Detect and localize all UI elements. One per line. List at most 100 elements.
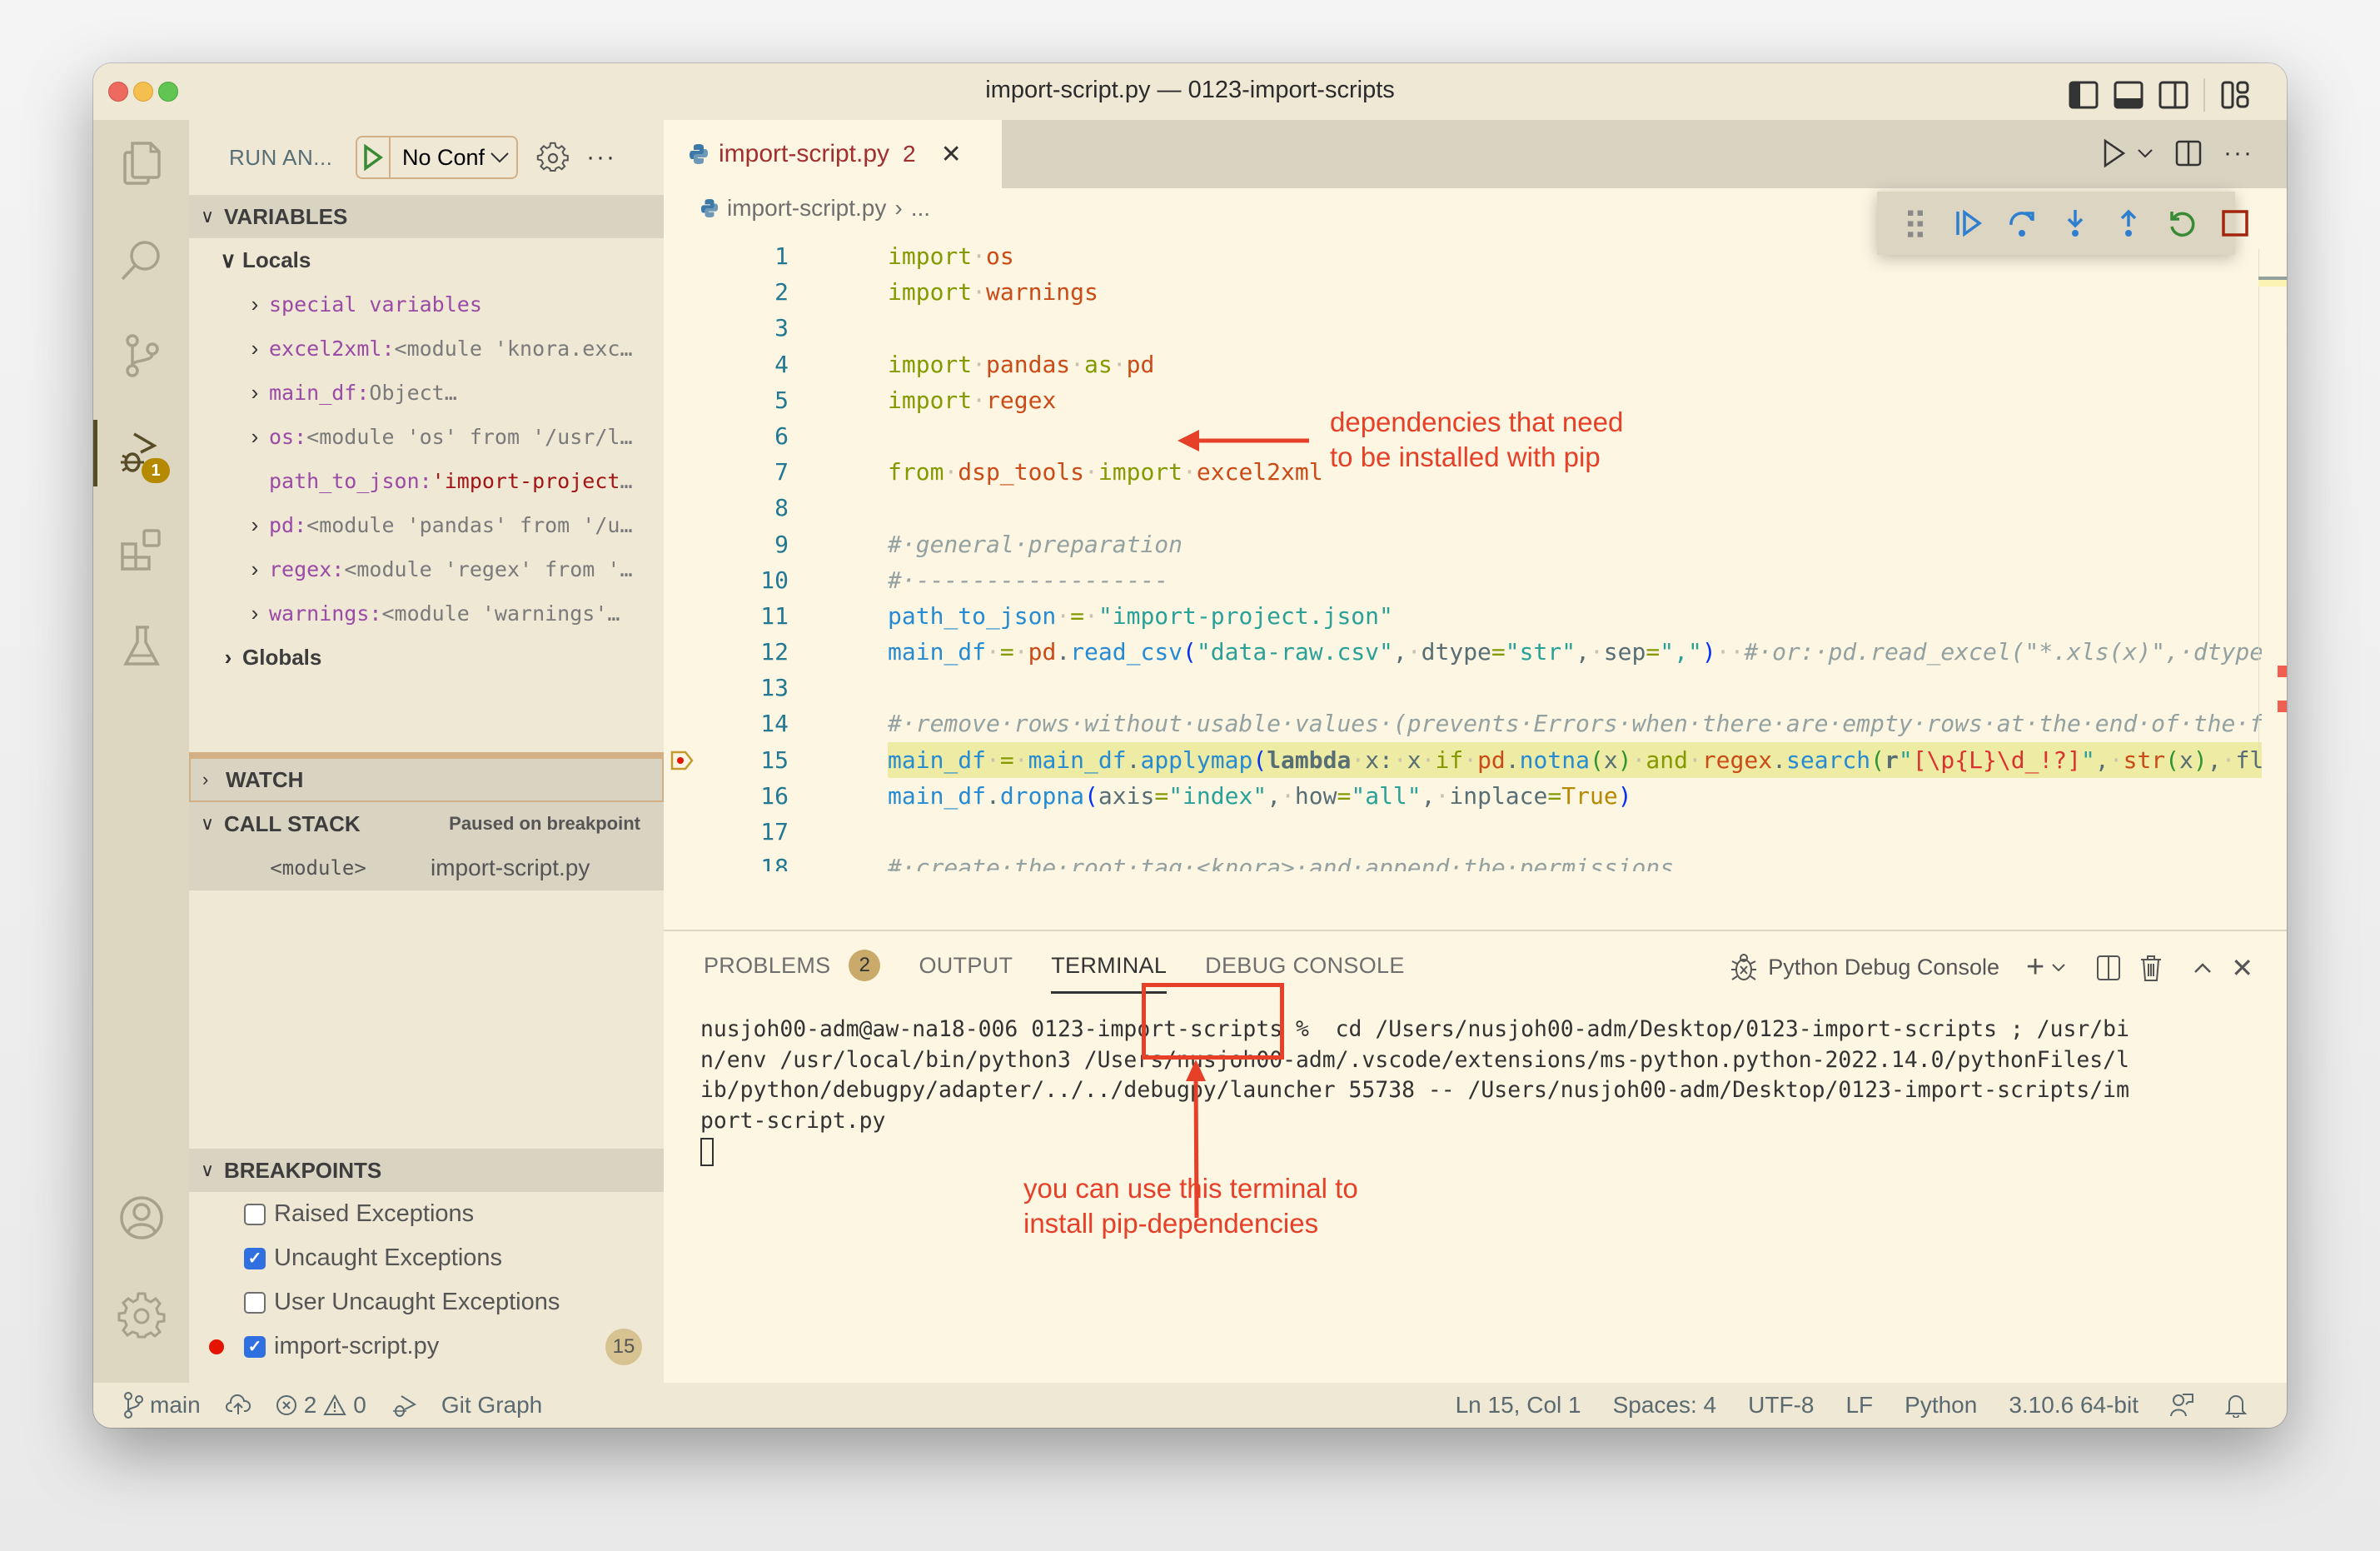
open-launch-json-gear-icon[interactable] [536, 141, 570, 174]
notifications-bell-icon[interactable] [2225, 1393, 2247, 1418]
more-actions-icon[interactable]: ··· [586, 143, 616, 172]
breakpoint-item[interactable]: ✓ import-script.py 15 [189, 1324, 664, 1369]
chevron-right-icon[interactable]: › [241, 556, 269, 582]
breakpoint-item[interactable]: Raised Exceptions [189, 1192, 664, 1236]
breakpoint-item[interactable]: User Uncaught Exceptions [189, 1280, 664, 1324]
chevron-right-icon[interactable]: › [241, 601, 269, 626]
variables-section-header[interactable]: ∨ VARIABLES [189, 195, 664, 238]
debug-config-dropdown[interactable]: No Conf [356, 136, 519, 179]
git-graph-button[interactable]: Git Graph [441, 1392, 542, 1419]
new-terminal-icon[interactable]: + [2026, 950, 2044, 985]
breadcrumb-file[interactable]: import-script.py [727, 195, 886, 222]
terminal-name[interactable]: Python Debug Console [1768, 955, 1999, 980]
activity-testing[interactable] [93, 605, 189, 688]
code-line[interactable]: 12 main_df·=·pd.read_csv("data-raw.csv",·… [664, 634, 2262, 670]
problems-status[interactable]: 2 0 [276, 1392, 366, 1419]
terminal-output[interactable]: nusjoh00-adm@aw-na18-006 0123-import-scr… [700, 1015, 2237, 1167]
variable-item[interactable]: › warnings: <module 'warnings' … [189, 591, 664, 636]
code-line[interactable]: 4 import·pandas·as·pd [664, 347, 2262, 382]
publish-branch-cloud-icon[interactable] [225, 1394, 251, 1416]
tab-debug-console[interactable]: DEBUG CONSOLE [1205, 953, 1404, 982]
code-line[interactable]: 13 [664, 670, 2262, 706]
tab-problems[interactable]: PROBLEMS 2 [704, 950, 881, 985]
tab-terminal[interactable]: TERMINAL [1051, 953, 1168, 994]
code-line[interactable]: 3 [664, 310, 2262, 346]
breakpoint-checkbox[interactable] [244, 1203, 266, 1225]
python-interpreter[interactable]: 3.10.6 64-bit [2009, 1392, 2139, 1419]
kill-terminal-trash-icon[interactable] [2139, 954, 2163, 982]
activity-source-control[interactable] [93, 315, 189, 398]
customize-layout-icon[interactable] [2220, 80, 2250, 110]
debug-config-select[interactable]: No Conf [391, 145, 516, 171]
breadcrumb-symbols[interactable]: ... [911, 195, 930, 222]
locals-scope[interactable]: ∨ Locals [189, 238, 664, 282]
variable-item[interactable]: › special variables [189, 282, 664, 327]
chevron-right-icon[interactable]: › [241, 512, 269, 538]
end-of-line[interactable]: LF [1845, 1392, 1873, 1419]
restart-icon[interactable] [2167, 208, 2197, 238]
variable-item[interactable]: › main_df: Object … [189, 371, 664, 415]
chevron-right-icon[interactable]: › [241, 380, 269, 406]
call-stack-section-header[interactable]: ∨ CALL STACK Paused on breakpoint [189, 802, 664, 845]
variable-item[interactable]: › regex: <module 'regex' from '… [189, 547, 664, 591]
continue-icon[interactable] [1954, 208, 1984, 238]
activity-explorer[interactable] [93, 122, 189, 205]
activity-extensions[interactable] [93, 508, 189, 591]
call-stack-frame[interactable]: <module> import-script.py [189, 845, 664, 890]
code-line[interactable]: 8 [664, 490, 2262, 526]
code-line[interactable]: 9 #·general·preparation [664, 526, 2262, 562]
toggle-panel-icon[interactable] [2114, 80, 2143, 110]
breakpoint-item[interactable]: ✓ Uncaught Exceptions [189, 1236, 664, 1280]
code-line[interactable]: 17 [664, 814, 2262, 850]
close-tab-icon[interactable]: ✕ [941, 140, 962, 169]
step-into-icon[interactable] [2060, 208, 2090, 238]
debug-launch-status-icon[interactable] [391, 1393, 416, 1418]
feedback-icon[interactable] [2170, 1393, 2193, 1418]
toggle-primary-sidebar-icon[interactable] [2069, 80, 2099, 110]
language-mode[interactable]: Python [1904, 1392, 1977, 1419]
maximize-panel-chevron-up-icon[interactable] [2193, 961, 2213, 975]
code-line[interactable]: 2 import·warnings [664, 274, 2262, 310]
step-over-icon[interactable] [2007, 208, 2037, 238]
activity-search[interactable] [93, 218, 189, 302]
variable-item[interactable]: › pd: <module 'pandas' from '/u… [189, 503, 664, 547]
code-line[interactable]: 11 path_to_json·=·"import-project.json" [664, 598, 2262, 634]
globals-scope[interactable]: › Globals [189, 636, 664, 680]
chevron-right-icon[interactable]: › [241, 424, 269, 450]
chevron-right-icon[interactable]: › [241, 336, 269, 362]
tab-output[interactable]: OUTPUT [919, 953, 1013, 982]
indentation[interactable]: Spaces: 4 [1613, 1392, 1717, 1419]
variable-item[interactable]: › os: <module 'os' from '/usr/l… [189, 415, 664, 459]
toggle-secondary-sidebar-icon[interactable] [2158, 80, 2188, 110]
activity-run-and-debug[interactable]: 1 [93, 411, 189, 495]
git-branch[interactable]: main [123, 1392, 201, 1419]
chevron-right-icon[interactable]: › [241, 292, 269, 317]
encoding[interactable]: UTF-8 [1748, 1392, 1814, 1419]
variable-item[interactable]: › excel2xml: <module 'knora.exc… [189, 327, 664, 371]
breakpoints-section-header[interactable]: ∨ BREAKPOINTS [189, 1149, 664, 1192]
breakpoint-checkbox[interactable]: ✓ [244, 1247, 266, 1269]
stop-icon[interactable] [2220, 208, 2250, 238]
code-line[interactable]: 16 main_df.dropna(axis="index",·how="all"… [664, 778, 2262, 814]
terminal-dropdown-chevron-icon[interactable] [2051, 963, 2066, 973]
code-editor[interactable]: 1 import·os 2 import·warnings 3 4 import·panda… [664, 238, 2262, 871]
code-line-current[interactable]: 15 main_df·=·main_df.applymap(lambda·x:·x… [664, 741, 2262, 778]
run-python-file-icon[interactable] [2102, 138, 2127, 168]
breakpoint-checkbox[interactable]: ✓ [244, 1335, 266, 1358]
split-editor-icon[interactable] [2175, 140, 2202, 167]
run-dropdown-chevron-icon[interactable] [2137, 147, 2153, 159]
close-panel-icon[interactable]: ✕ [2231, 952, 2253, 984]
split-terminal-icon[interactable] [2096, 955, 2121, 981]
tab-import-script[interactable]: import-script.py 2 ✕ [664, 120, 1002, 188]
more-actions-icon[interactable]: ··· [2223, 139, 2253, 167]
step-out-icon[interactable] [2114, 208, 2143, 238]
activity-manage[interactable] [93, 1273, 189, 1356]
code-line[interactable]: 14 #·remove·rows·without·usable·values·(p… [664, 706, 2262, 741]
start-debugging-button[interactable] [357, 137, 391, 177]
drag-handle-icon[interactable] [1900, 208, 1930, 238]
variable-item[interactable]: path_to_json: 'import-project… [189, 459, 664, 503]
activity-accounts[interactable] [93, 1176, 189, 1259]
breakpoint-checkbox[interactable] [244, 1291, 266, 1314]
code-line[interactable]: 18 #·create·the·root·tag·<knora>·and·appe… [664, 850, 2262, 871]
breakpoint-stopped-icon[interactable] [670, 751, 694, 771]
